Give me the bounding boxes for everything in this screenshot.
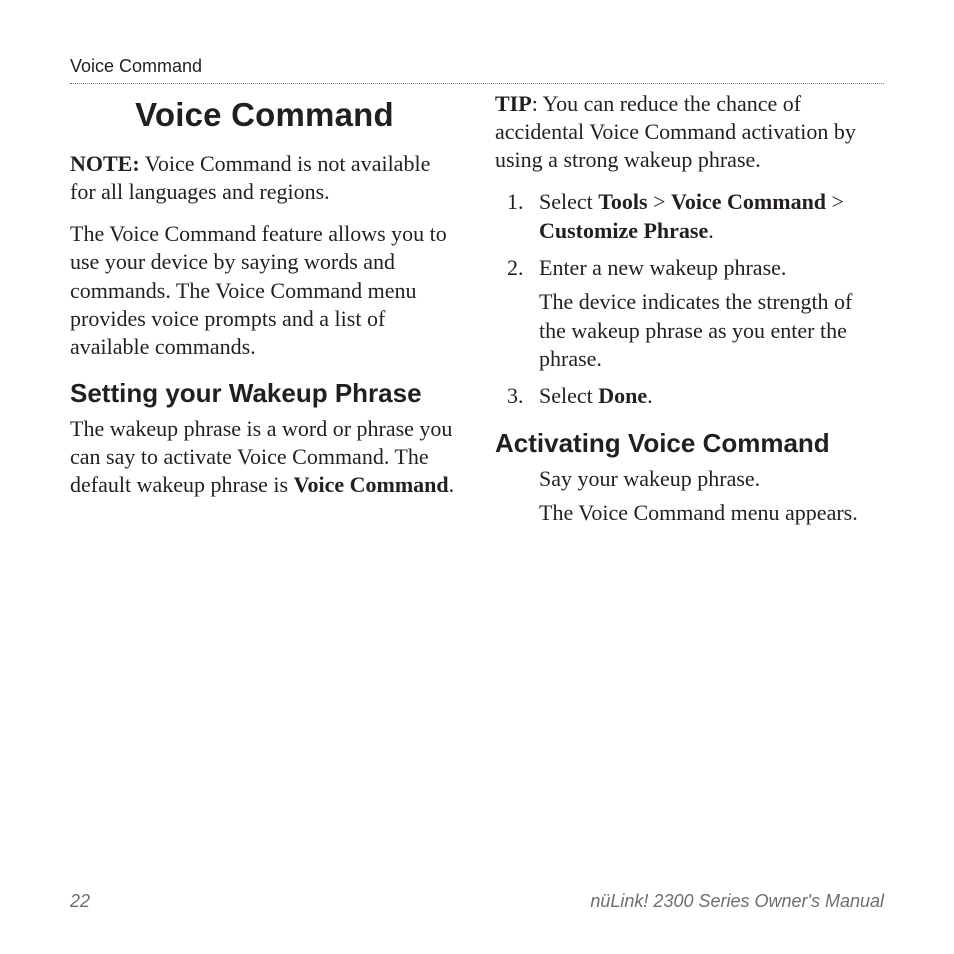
step-3-done: Done [598,383,647,408]
step-2-sub: The device indicates the strength of the… [539,288,884,374]
activate-b: The Voice Command menu appears. [539,499,884,527]
tip-text: : You can reduce the chance of accidenta… [495,91,856,172]
section-activating: Activating Voice Command [495,429,884,459]
step-number: 3. [507,382,524,411]
step-1-sep1: > [648,189,671,214]
wakeup-intro-b: . [449,472,455,497]
step-3: 3. Select Done. [539,382,884,411]
step-1-a: Select [539,189,598,214]
note-paragraph: NOTE: Voice Command is not available for… [70,150,459,206]
intro-paragraph: The Voice Command feature allows you to … [70,220,459,361]
step-1-customize: Customize Phrase [539,218,708,243]
section-activating-block: Activating Voice Command Say your wakeup… [495,429,884,527]
footer-text: nüLink! 2300 Series Owner's Manual [590,891,884,912]
step-1-tools: Tools [598,189,647,214]
footer: 22 nüLink! 2300 Series Owner's Manual [70,891,884,912]
page-title: Voice Command [70,96,459,134]
wakeup-intro: The wakeup phrase is a word or phrase yo… [70,415,459,499]
step-1-voice-command: Voice Command [671,189,826,214]
step-1-sep2: > [826,189,844,214]
step-1: 1. Select Tools > Voice Command > Custom… [539,188,884,245]
page: Voice Command Voice Command NOTE: Voice … [0,0,954,954]
activate-block: Say your wakeup phrase. The Voice Comman… [495,465,884,527]
content-columns: Voice Command NOTE: Voice Command is not… [70,90,884,541]
activate-a: Say your wakeup phrase. [539,465,884,493]
wakeup-intro-bold: Voice Command [294,472,449,497]
steps-list: 1. Select Tools > Voice Command > Custom… [495,188,884,410]
step-number: 2. [507,254,524,283]
step-2: 2. Enter a new wakeup phrase. The device… [539,254,884,374]
note-label: NOTE: [70,151,140,176]
section-setting-wakeup: Setting your Wakeup Phrase [70,379,459,409]
running-head: Voice Command [70,56,884,84]
step-number: 1. [507,188,524,217]
step-1-end: . [708,218,714,243]
step-3-end: . [647,383,653,408]
tip-paragraph: TIP: You can reduce the chance of accide… [495,90,884,174]
tip-label: TIP [495,91,532,116]
page-number: 22 [70,891,90,912]
step-2-text: Enter a new wakeup phrase. [539,255,786,280]
step-3-a: Select [539,383,598,408]
